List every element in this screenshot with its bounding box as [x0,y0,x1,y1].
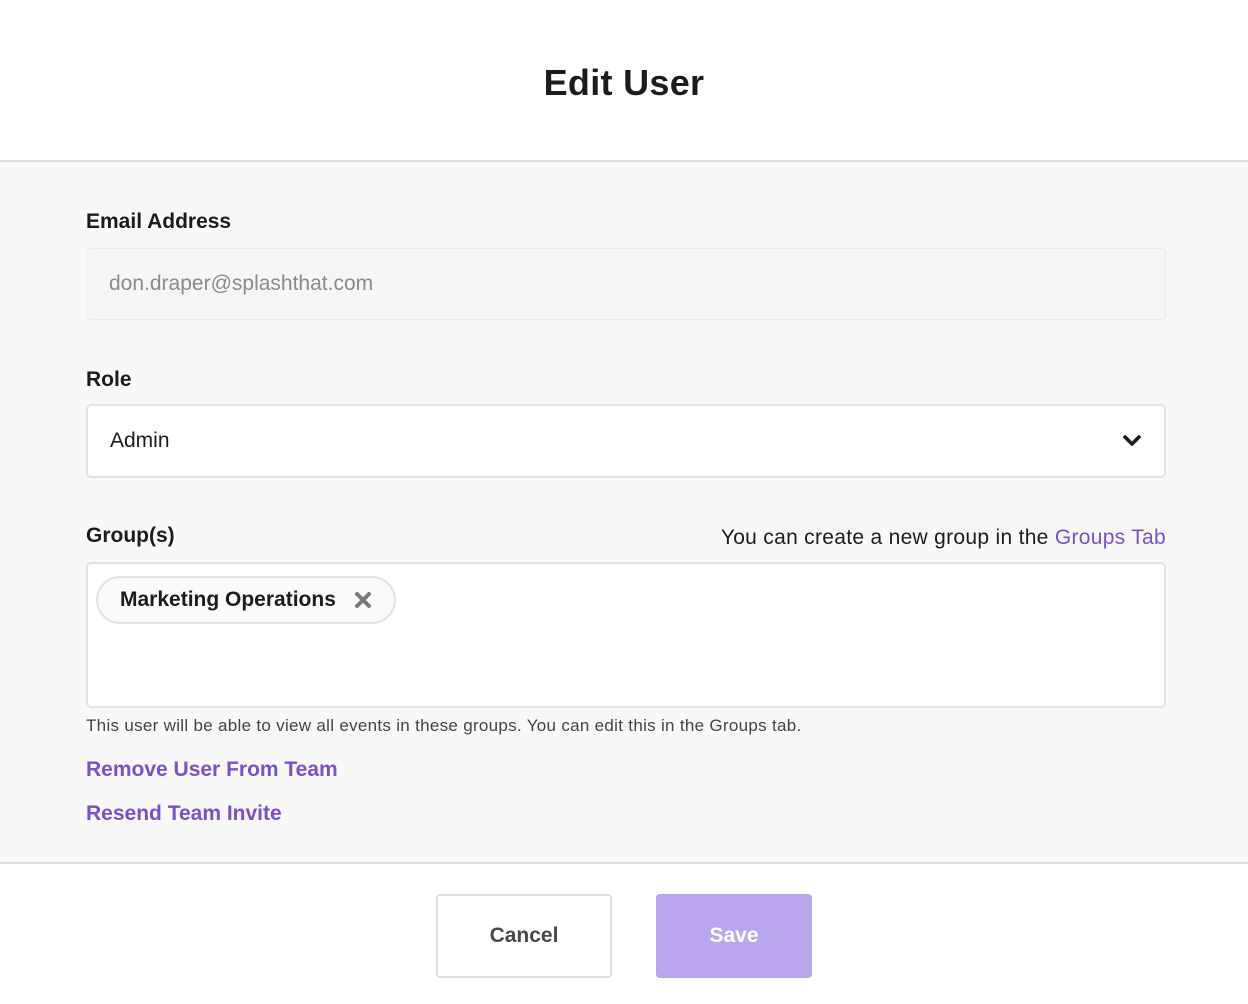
modal-body: Email Address don.draper@splashthat.com … [0,162,1248,864]
role-selected-value: Admin [110,429,170,452]
save-button[interactable]: Save [656,894,812,978]
groups-multiselect[interactable]: Marketing Operations [86,562,1166,708]
resend-invite-link[interactable]: Resend Team Invite [86,802,282,826]
remove-user-link[interactable]: Remove User From Team [86,758,338,782]
modal-header: Edit User [0,0,1248,162]
group-chip: Marketing Operations [96,576,396,624]
groups-helper-text: This user will be able to view all event… [86,716,802,735]
groups-tab-link[interactable]: Groups Tab [1055,526,1166,549]
groups-hint-text: You can create a new group in the [720,526,1055,549]
group-chip-label: Marketing Operations [120,588,336,611]
role-select[interactable]: Admin [86,404,1166,478]
groups-hint: You can create a new group in the Groups… [721,526,1166,550]
email-field: don.draper@splashthat.com [86,248,1166,320]
role-label: Role [86,368,132,391]
email-label: Email Address [86,210,232,233]
groups-label: Group(s) [86,524,175,547]
chevron-down-icon [1122,434,1142,448]
cancel-button[interactable]: Cancel [436,894,612,978]
modal-title: Edit User [543,62,705,103]
edit-user-modal: Edit User Email Address don.draper@splas… [0,0,1248,1004]
close-icon[interactable] [354,591,372,609]
modal-footer: Cancel Save [0,864,1248,1004]
